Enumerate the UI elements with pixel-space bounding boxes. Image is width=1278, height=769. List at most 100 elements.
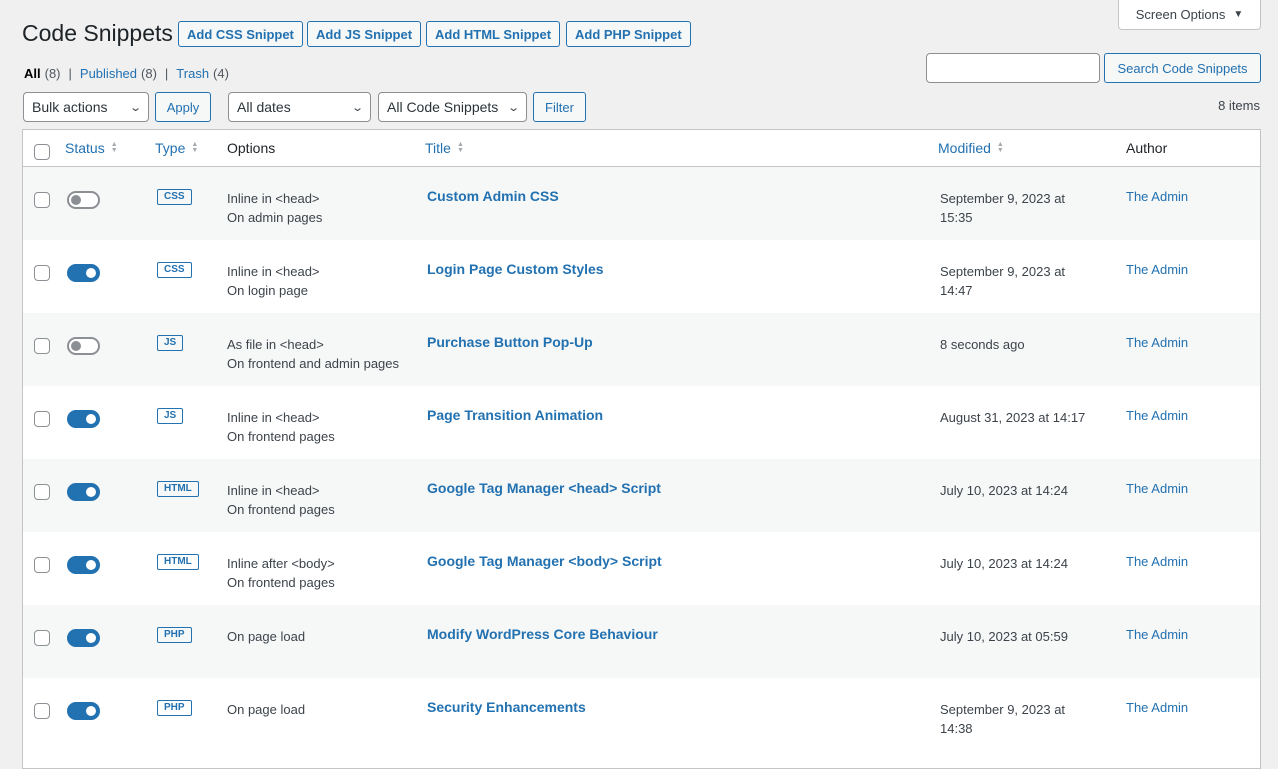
author-link[interactable]: The Admin <box>1126 408 1188 423</box>
toggle-knob <box>86 268 96 278</box>
author-link[interactable]: The Admin <box>1126 335 1188 350</box>
sort-icon: ▲ ▼ <box>191 141 199 154</box>
modified-date: September 9, 2023 at 14:47 <box>940 262 1110 300</box>
options-location: On frontend pages <box>227 502 335 517</box>
status-toggle[interactable] <box>67 264 100 282</box>
options-scope: Inline in <head> <box>227 264 320 279</box>
row-checkbox[interactable] <box>34 411 50 427</box>
status-toggle[interactable] <box>67 191 100 209</box>
bulk-actions-select[interactable]: Bulk actions ⌄ <box>23 92 149 122</box>
filter-published-link[interactable]: Published <box>80 66 137 81</box>
snippet-options: On page load <box>227 627 305 646</box>
toggle-knob <box>71 341 81 351</box>
row-checkbox[interactable] <box>34 630 50 646</box>
row-checkbox[interactable] <box>34 265 50 281</box>
options-scope: Inline in <head> <box>227 483 320 498</box>
modified-date-line: September 9, 2023 at <box>940 702 1066 717</box>
type-badge: CSS <box>157 262 192 278</box>
page-title: Code Snippets <box>22 20 173 46</box>
status-toggle[interactable] <box>67 483 100 501</box>
table-header: Status ▲ ▼ Type ▲ ▼ Options Title ▲ ▼ Modif… <box>23 130 1260 167</box>
snippet-title-link[interactable]: Google Tag Manager <head> Script <box>427 480 661 496</box>
modified-date: July 10, 2023 at 05:59 <box>940 627 1110 646</box>
options-scope: Inline in <head> <box>227 191 320 206</box>
column-header-label: Modified <box>938 140 991 156</box>
filter-trash-link[interactable]: Trash <box>176 66 209 81</box>
screen-options-button[interactable]: Screen Options ▼ <box>1118 0 1261 30</box>
select-all-checkbox[interactable] <box>34 144 50 160</box>
row-checkbox[interactable] <box>34 484 50 500</box>
column-header-status[interactable]: Status ▲ ▼ <box>65 140 118 156</box>
snippet-title-link[interactable]: Login Page Custom Styles <box>427 261 604 277</box>
options-scope: As file in <head> <box>227 337 324 352</box>
modified-date-line: July 10, 2023 at 14:24 <box>940 483 1068 498</box>
status-toggle[interactable] <box>67 556 100 574</box>
column-header-title[interactable]: Title ▲ ▼ <box>425 140 464 156</box>
add-html-snippet-button[interactable]: Add HTML Snippet <box>426 21 561 47</box>
status-toggle[interactable] <box>67 702 100 720</box>
type-badge: JS <box>157 408 184 424</box>
table-row: CSS Inline in <head> On login page Login Pa… <box>23 240 1260 313</box>
snippet-title-link[interactable]: Custom Admin CSS <box>427 188 559 204</box>
snippet-options: Inline after <body> On frontend pages <box>227 554 335 592</box>
modified-date: September 9, 2023 at 14:38 <box>940 700 1110 738</box>
author-link[interactable]: The Admin <box>1126 262 1188 277</box>
add-js-snippet-button[interactable]: Add JS Snippet <box>307 21 422 47</box>
row-checkbox[interactable] <box>34 192 50 208</box>
author-link[interactable]: The Admin <box>1126 481 1188 496</box>
snippet-options: Inline in <head> On frontend pages <box>227 408 335 446</box>
snippet-title-link[interactable]: Google Tag Manager <body> Script <box>427 553 662 569</box>
status-toggle[interactable] <box>67 337 100 355</box>
options-scope: Inline after <body> <box>227 556 335 571</box>
modified-date: August 31, 2023 at 14:17 <box>940 408 1110 427</box>
table-row: CSS Inline in <head> On admin pages Custom … <box>23 167 1260 240</box>
modified-date-line: 8 seconds ago <box>940 337 1025 352</box>
snippet-title-link[interactable]: Modify WordPress Core Behaviour <box>427 626 658 642</box>
separator: | <box>164 66 169 81</box>
filter-all-link[interactable]: All <box>24 66 41 81</box>
filter-published-count: (8) <box>141 66 157 81</box>
status-filter-links: All (8) | Published (8) | Trash (4) <box>24 66 229 81</box>
author-link[interactable]: The Admin <box>1126 627 1188 642</box>
filter-button[interactable]: Filter <box>533 92 586 122</box>
author-link[interactable]: The Admin <box>1126 554 1188 569</box>
add-css-snippet-button[interactable]: Add CSS Snippet <box>178 21 303 47</box>
search-snippets-button[interactable]: Search Code Snippets <box>1104 53 1261 83</box>
author-link[interactable]: The Admin <box>1126 189 1188 204</box>
modified-date: July 10, 2023 at 14:24 <box>940 481 1110 500</box>
snippet-options: On page load <box>227 700 305 719</box>
modified-date: July 10, 2023 at 14:24 <box>940 554 1110 573</box>
row-checkbox[interactable] <box>34 557 50 573</box>
column-header-options: Options <box>227 140 276 156</box>
separator: | <box>68 66 72 81</box>
author-link[interactable]: The Admin <box>1126 700 1188 715</box>
row-checkbox[interactable] <box>34 703 50 719</box>
chevron-down-icon: ⌄ <box>128 101 142 114</box>
table-row: JS As file in <head> On frontend and admin… <box>23 313 1260 386</box>
snippet-type-select[interactable]: All Code Snippets ⌄ <box>378 92 527 122</box>
options-location: On frontend pages <box>227 575 335 590</box>
type-badge: CSS <box>157 189 192 205</box>
column-header-label: Title <box>425 140 451 156</box>
toggle-knob <box>86 633 96 643</box>
snippet-title-link[interactable]: Purchase Button Pop-Up <box>427 334 593 350</box>
options-scope: On page load <box>227 629 306 644</box>
table-row: PHP On page load Security Enhancements Sept… <box>23 678 1260 751</box>
dates-select[interactable]: All dates ⌄ <box>228 92 371 122</box>
status-toggle[interactable] <box>67 629 100 647</box>
type-badge: PHP <box>157 700 192 716</box>
column-header-modified[interactable]: Modified ▲ ▼ <box>938 140 1004 156</box>
row-checkbox[interactable] <box>34 338 50 354</box>
column-header-type[interactable]: Type ▲ ▼ <box>155 140 198 156</box>
toggle-knob <box>86 414 96 424</box>
status-toggle[interactable] <box>67 410 100 428</box>
type-badge: HTML <box>157 481 199 497</box>
apply-button[interactable]: Apply <box>155 92 211 122</box>
toggle-knob <box>71 195 81 205</box>
dates-value: All dates <box>237 99 291 115</box>
snippet-title-link[interactable]: Page Transition Animation <box>427 407 603 423</box>
search-input[interactable] <box>926 53 1100 83</box>
add-php-snippet-button[interactable]: Add PHP Snippet <box>566 21 691 47</box>
snippet-title-link[interactable]: Security Enhancements <box>427 699 586 715</box>
type-badge: HTML <box>157 554 199 570</box>
